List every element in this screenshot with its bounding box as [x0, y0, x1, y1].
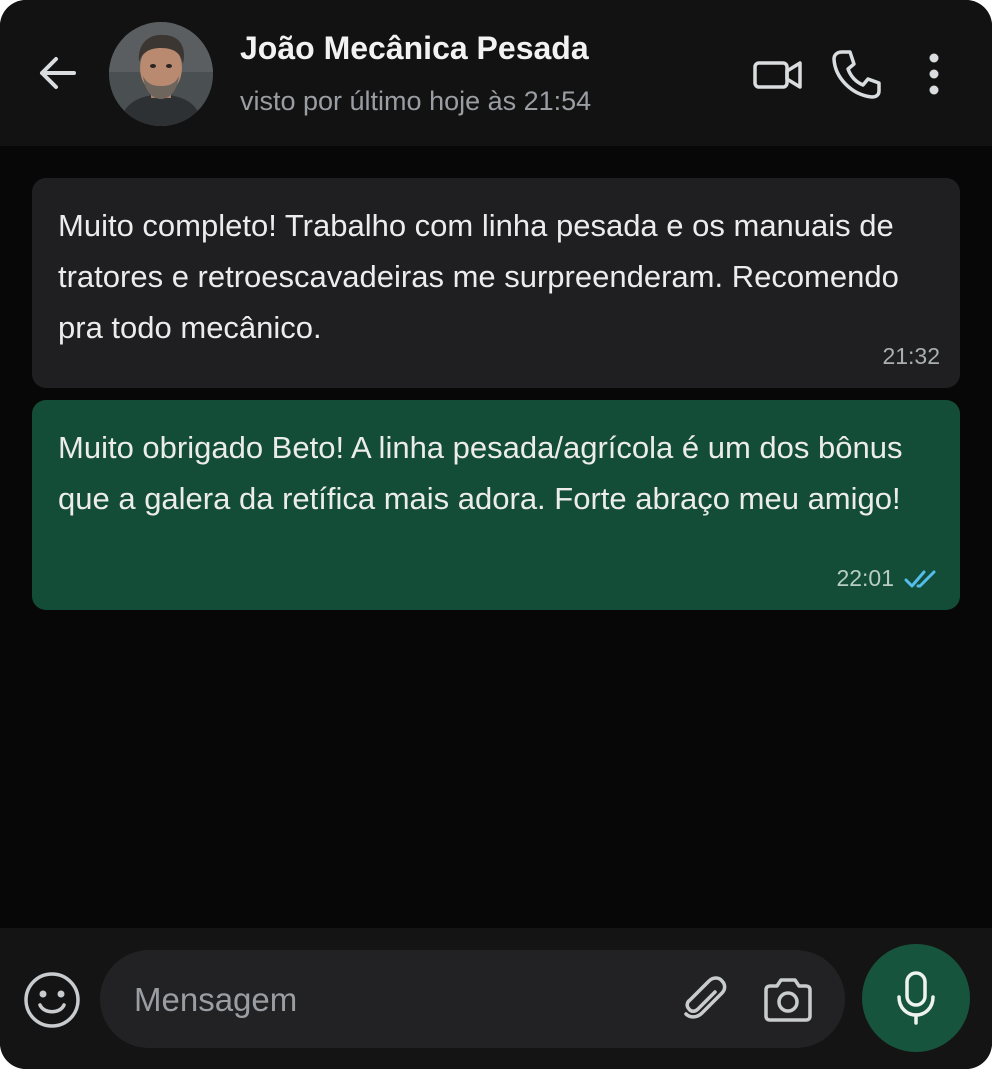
message-time: 21:32	[882, 343, 940, 369]
message-time: 22:01	[836, 565, 894, 591]
message-meta: 22:01	[836, 565, 940, 592]
attach-icon	[684, 976, 727, 1019]
phone-screen: João Mecânica Pesada visto por último ho…	[0, 0, 992, 1069]
emoji-button[interactable]	[22, 970, 82, 1030]
incoming-message[interactable]: Muito completo! Trabalho com linha pesad…	[32, 178, 960, 388]
message-text: Muito obrigado Beto! A linha pesada/agrí…	[58, 430, 903, 516]
chat-header: João Mecânica Pesada visto por último ho…	[0, 0, 992, 146]
more-vert-icon	[929, 53, 939, 95]
attach-button[interactable]	[678, 974, 730, 1026]
outgoing-message[interactable]: Muito obrigado Beto! A linha pesada/agrí…	[32, 400, 960, 610]
contact-photo	[109, 22, 213, 126]
camera-button[interactable]	[762, 976, 814, 1024]
back-button[interactable]	[34, 50, 80, 96]
last-seen-status: visto por último hoje às 21:54	[240, 86, 592, 116]
avatar[interactable]	[109, 22, 213, 126]
message-input[interactable]	[132, 975, 656, 1025]
double-check-read-icon	[904, 570, 936, 587]
chat-area[interactable]: Muito completo! Trabalho com linha pesad…	[0, 146, 992, 928]
composer-bar	[0, 928, 992, 1069]
emoji-icon	[24, 972, 80, 1028]
message-text: Muito completo! Trabalho com linha pesad…	[58, 208, 899, 345]
phone-call-icon	[832, 50, 881, 99]
video-call-icon	[753, 61, 802, 89]
contact-name[interactable]: João Mecânica Pesada	[240, 30, 589, 67]
message-input-container	[100, 950, 845, 1048]
back-arrow-icon	[40, 57, 76, 89]
video-call-button[interactable]	[752, 48, 804, 100]
mic-icon	[897, 971, 935, 1025]
voice-call-button[interactable]	[830, 48, 882, 100]
camera-icon	[764, 978, 812, 1022]
more-options-button[interactable]	[918, 48, 950, 100]
message-meta: 21:32	[882, 343, 940, 370]
voice-record-button[interactable]	[862, 944, 970, 1052]
